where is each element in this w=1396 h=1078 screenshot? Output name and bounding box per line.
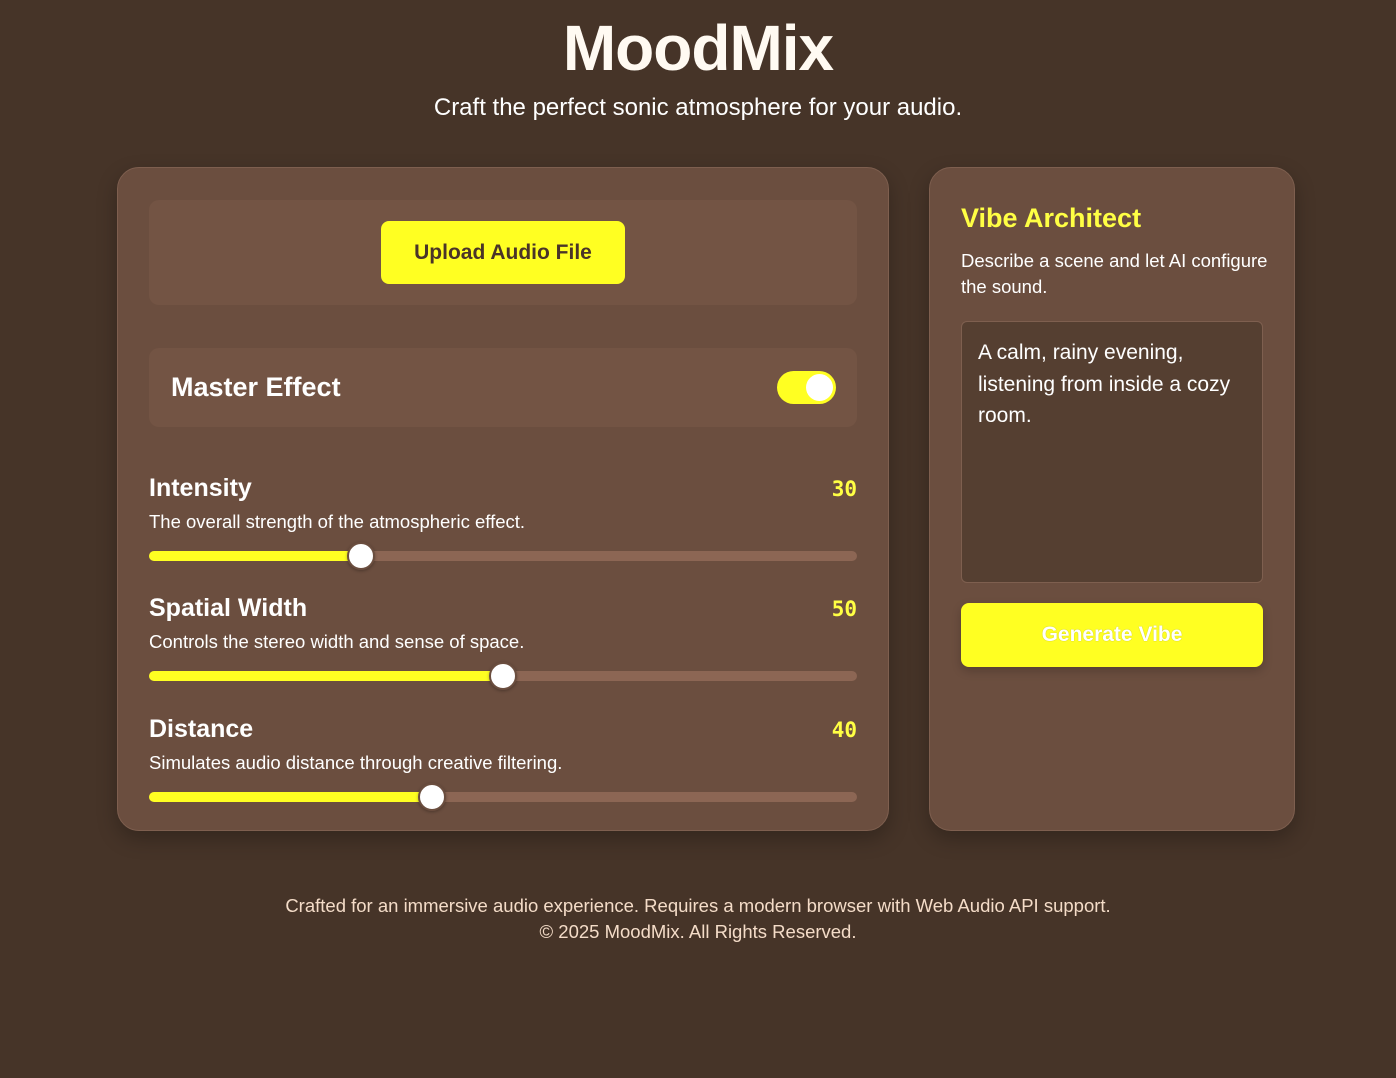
slider-description: Controls the stereo width and sense of s… <box>149 631 525 652</box>
slider-value: 40 <box>831 718 857 742</box>
slider-thumb[interactable] <box>418 783 446 811</box>
slider-description: The overall strength of the atmospheric … <box>149 511 526 532</box>
app-subtitle: Craft the perfect sonic atmosphere for y… <box>433 94 963 121</box>
slider-title: Intensity <box>149 474 252 502</box>
master-effect-toggle[interactable] <box>777 371 836 404</box>
slider-value: 50 <box>831 597 857 621</box>
toggle-knob <box>806 374 833 401</box>
slider-track[interactable] <box>149 662 857 690</box>
vibe-architect-panel: Vibe Architect Describe a scene and let … <box>929 167 1295 831</box>
upload-audio-button[interactable]: Upload Audio File <box>381 221 625 284</box>
footer-note: Crafted for an immersive audio experienc… <box>285 895 1111 916</box>
slider-value: 30 <box>831 477 857 501</box>
slider-spatial-width: Spatial Width 50 Controls the stereo wid… <box>149 592 857 690</box>
master-effect-row: Master Effect <box>149 348 857 427</box>
slider-thumb[interactable] <box>347 542 375 570</box>
slider-title: Distance <box>149 715 254 743</box>
footer: Crafted for an immersive audio experienc… <box>0 893 1396 945</box>
slider-thumb[interactable] <box>489 662 517 690</box>
footer-copyright: © 2025 MoodMix. All Rights Reserved. <box>539 921 857 942</box>
upload-section: Upload Audio File <box>149 200 857 305</box>
slider-track[interactable] <box>149 542 857 570</box>
slider-intensity: Intensity 30 The overall strength of the… <box>149 472 857 570</box>
vibe-architect-description: Describe a scene and let AI configure th… <box>961 250 1268 297</box>
slider-fill <box>149 792 432 802</box>
slider-fill <box>149 671 503 681</box>
slider-fill <box>149 551 361 561</box>
vibe-architect-title: Vibe Architect <box>961 203 1142 233</box>
slider-title: Spatial Width <box>149 594 308 622</box>
scene-description-input[interactable]: A calm, rainy evening, listening from in… <box>961 321 1263 583</box>
slider-distance: Distance 40 Simulates audio distance thr… <box>149 713 857 811</box>
controls-panel: Upload Audio File Master Effect Intensit… <box>117 167 889 831</box>
generate-vibe-button[interactable]: Generate Vibe <box>961 603 1263 667</box>
slider-description: Simulates audio distance through creativ… <box>149 752 563 773</box>
slider-track[interactable] <box>149 783 857 811</box>
app-title: MoodMix <box>562 12 834 84</box>
master-effect-label: Master Effect <box>171 372 341 402</box>
